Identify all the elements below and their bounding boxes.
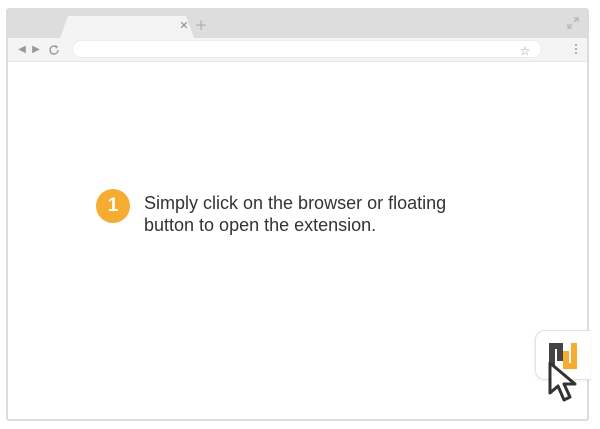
kebab-menu-icon[interactable] bbox=[573, 44, 579, 58]
browser-tab[interactable]: ✕ bbox=[60, 16, 194, 38]
reload-icon[interactable] bbox=[48, 43, 60, 57]
arrow-right-icon[interactable]: ▶ bbox=[30, 43, 42, 57]
plus-icon[interactable]: + bbox=[194, 18, 208, 33]
step-text-line2: button to open the extension. bbox=[144, 215, 377, 235]
browser-toolbar: ◀ ▶ ☆ bbox=[8, 38, 587, 62]
tab-strip: ✕ + bbox=[8, 10, 587, 38]
address-bar[interactable] bbox=[72, 40, 542, 58]
expand-icon[interactable] bbox=[566, 16, 580, 30]
arrow-left-icon[interactable]: ◀ bbox=[16, 43, 28, 57]
star-icon[interactable]: ☆ bbox=[518, 44, 532, 58]
instruction-step: 1 Simply click on the browser or floatin… bbox=[96, 187, 516, 235]
close-icon[interactable]: ✕ bbox=[178, 19, 190, 33]
step-text-line1: Simply click on the browser or floating bbox=[144, 193, 447, 213]
mouse-pointer-icon bbox=[548, 361, 577, 402]
step-number-badge: 1 bbox=[96, 189, 130, 223]
step-instruction-text: Simply click on the browser or floating … bbox=[144, 192, 514, 236]
